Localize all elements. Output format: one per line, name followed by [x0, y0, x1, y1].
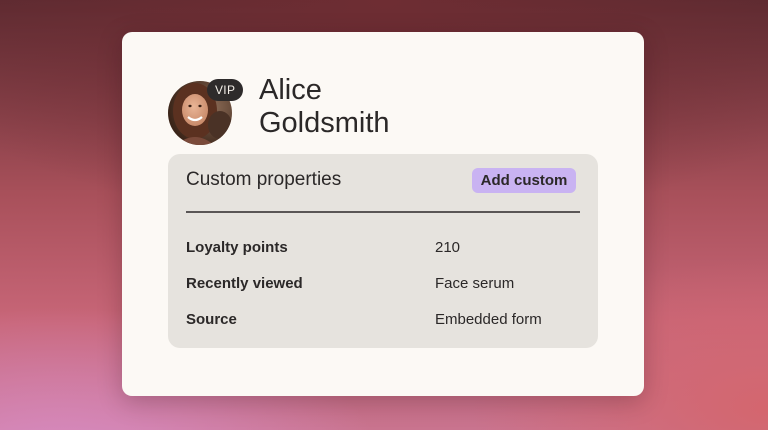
property-value: 210: [435, 239, 461, 256]
property-row-source: Source Embedded form: [186, 310, 580, 330]
property-value: Embedded form: [435, 311, 542, 328]
add-custom-button[interactable]: Add custom: [472, 168, 576, 193]
avatar-container: VIP: [168, 79, 244, 145]
property-label: Recently viewed: [186, 275, 303, 292]
profile-card: VIP Alice Goldsmith Custom properties Ad…: [122, 32, 644, 396]
property-row-recently-viewed: Recently viewed Face serum: [186, 274, 580, 294]
property-label: Loyalty points: [186, 239, 288, 256]
property-row-loyalty-points: Loyalty points 210: [186, 238, 580, 258]
property-label: Source: [186, 311, 237, 328]
divider: [186, 211, 580, 213]
property-value: Face serum: [435, 275, 515, 292]
custom-properties-panel: Custom properties Add custom Loyalty poi…: [168, 154, 598, 348]
customer-name: Alice Goldsmith: [259, 74, 390, 139]
vip-badge: VIP: [207, 79, 244, 101]
panel-title: Custom properties: [186, 169, 342, 190]
